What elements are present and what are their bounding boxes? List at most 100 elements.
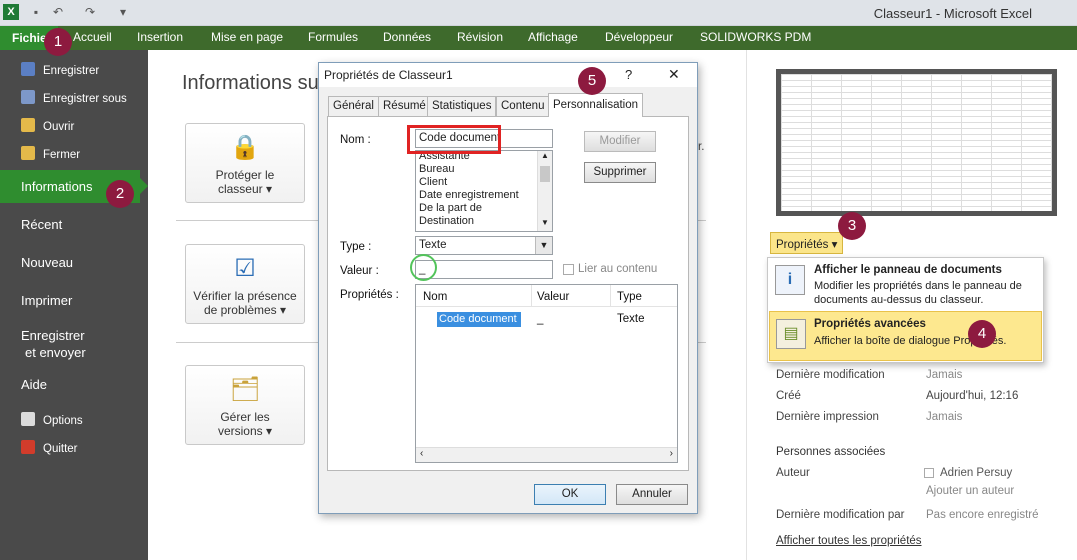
scroll-right-icon[interactable]: › (670, 448, 673, 459)
scroll-thumb[interactable] (540, 166, 550, 182)
link-label: Lier au contenu (578, 263, 658, 275)
nav-enregistrer-et-envoyer[interactable]: Enregistrer et envoyer (21, 327, 86, 361)
scroll-left-icon[interactable]: ‹ (420, 448, 423, 459)
protect-workbook-button[interactable]: 🔒 Protéger le classeur ▾ (185, 123, 305, 203)
dialog-panel: Nom : Code document Assistante Bureau Cl… (327, 116, 689, 471)
undo-icon[interactable]: ↶ (50, 4, 66, 20)
tab-developpeur[interactable]: Développeur (605, 30, 673, 44)
info-label: Créé (776, 390, 801, 402)
tab-general[interactable]: Général (328, 96, 379, 116)
dialog-title: Propriétés de Classeur1 (324, 68, 453, 82)
tab-revision[interactable]: Révision (457, 30, 503, 44)
ribbon-tabs: Accueil Insertion Mise en page Formules … (0, 26, 1077, 50)
tab-mise-en-page[interactable]: Mise en page (211, 30, 283, 44)
advanced-properties-icon: ▤ (776, 319, 806, 349)
menu-item-document-panel[interactable]: i Afficher le panneau de documents Modif… (769, 259, 1042, 309)
list-item[interactable]: Client (419, 176, 447, 188)
list-item[interactable]: Date enregistrement (419, 189, 519, 201)
type-value: Texte (419, 239, 447, 251)
horizontal-scrollbar[interactable]: ‹ › (416, 447, 677, 462)
list-item[interactable]: Bureau (419, 163, 454, 175)
nav-recent[interactable]: Récent (21, 217, 62, 232)
list-item[interactable]: De la part de (419, 202, 482, 214)
workbook-thumbnail (776, 69, 1057, 216)
tab-formules[interactable]: Formules (308, 30, 358, 44)
step-badge-3: 3 (838, 212, 866, 240)
step-badge-2: 2 (106, 180, 134, 208)
dialog-title-bar: Propriétés de Classeur1 ? ✕ (319, 63, 697, 87)
tab-accueil[interactable]: Accueil (73, 30, 112, 44)
author-label: Auteur (776, 467, 810, 479)
column-header-valeur[interactable]: Valeur (537, 291, 569, 303)
nav-quitter[interactable]: Quitter (21, 440, 78, 455)
name-list[interactable]: Assistante Bureau Client Date enregistre… (415, 150, 553, 232)
nav-enregistrer-sous[interactable]: Enregistrer sous (21, 90, 127, 105)
step-badge-5: 5 (578, 67, 606, 95)
customize-quick-access-icon[interactable]: ▾ (115, 4, 131, 20)
nav-label-line1: Enregistrer (21, 328, 85, 343)
folder-open-icon (21, 118, 35, 132)
link-checkbox[interactable] (563, 264, 574, 275)
info-value: Jamais (926, 369, 963, 381)
window-title: Classeur1 - Microsoft Excel (873, 6, 1032, 21)
tab-contenu[interactable]: Contenu (496, 96, 550, 116)
nav-fermer[interactable]: Fermer (21, 146, 80, 161)
nav-label: Fermer (43, 149, 81, 161)
close-icon[interactable]: ✕ (668, 66, 680, 83)
options-icon (21, 412, 35, 426)
button-label-line1: Vérifier la présence (193, 289, 297, 303)
table-row[interactable]: Code document _ Texte (416, 312, 677, 327)
scroll-up-icon[interactable]: ▲ (541, 151, 549, 160)
tab-donnees[interactable]: Données (383, 30, 431, 44)
info-label: Dernière modification (776, 369, 885, 381)
nav-nouveau[interactable]: Nouveau (21, 255, 73, 270)
list-scrollbar[interactable]: ▲ ▼ (537, 151, 552, 231)
tab-statistiques[interactable]: Statistiques (427, 96, 497, 116)
save-icon[interactable]: ▪ (28, 4, 44, 20)
nav-options[interactable]: Options (21, 412, 83, 427)
info-label: Dernière impression (776, 411, 879, 423)
redo-icon[interactable]: ↷ (82, 4, 98, 20)
add-author-link[interactable]: Ajouter un auteur (926, 485, 1014, 497)
modify-button[interactable]: Modifier (584, 131, 656, 152)
column-header-type[interactable]: Type (617, 291, 642, 303)
list-item[interactable]: Destination (419, 215, 474, 227)
show-all-properties-link[interactable]: Afficher toutes les propriétés (776, 535, 922, 547)
help-icon[interactable]: ? (625, 67, 632, 82)
nav-ouvrir[interactable]: Ouvrir (21, 118, 74, 133)
button-label-line2: de problèmes ▾ (203, 303, 287, 317)
nav-aide[interactable]: Aide (21, 377, 47, 392)
tab-insertion[interactable]: Insertion (137, 30, 183, 44)
document-panel-icon: i (775, 265, 805, 295)
nav-label: Enregistrer (43, 65, 100, 77)
column-header-nom[interactable]: Nom (423, 291, 447, 303)
thumbnail-sheet (781, 74, 1052, 211)
scroll-down-icon[interactable]: ▼ (541, 218, 549, 227)
delete-button[interactable]: Supprimer (584, 162, 656, 183)
check-issues-button[interactable]: ☑ Vérifier la présence de problèmes ▾ (185, 244, 305, 324)
nav-enregistrer[interactable]: Enregistrer (21, 62, 99, 77)
properties-dialog: Propriétés de Classeur1 ? ✕ Général Résu… (318, 62, 698, 514)
tab-personnalisation[interactable]: Personnalisation (548, 93, 644, 117)
author-checkbox[interactable] (924, 468, 934, 478)
type-select[interactable]: Texte ▼ (415, 236, 553, 255)
cancel-button[interactable]: Annuler (616, 484, 688, 505)
properties-dropdown-button[interactable]: Propriétés ▾ (770, 232, 843, 254)
nav-label: Enregistrer sous (43, 93, 127, 105)
author-value[interactable]: Adrien Persuy (940, 467, 1012, 479)
name-field-highlight (407, 125, 501, 154)
manage-versions-button[interactable]: 🗂 Gérer les versions ▾ (185, 365, 305, 445)
button-label-line1: Protéger le (215, 168, 275, 182)
button-label-line2: versions ▾ (217, 424, 273, 438)
menu-item-desc: Modifier les propriétés dans le panneau … (814, 280, 1022, 306)
tab-solidworks-pdm[interactable]: SOLIDWORKS PDM (700, 30, 811, 44)
modified-by-value: Pas encore enregistré (926, 509, 1039, 521)
tab-affichage[interactable]: Affichage (528, 30, 578, 44)
save-as-icon (21, 90, 35, 104)
nav-label: Options (43, 415, 83, 427)
nav-imprimer[interactable]: Imprimer (21, 293, 72, 308)
ok-button[interactable]: OK (534, 484, 606, 505)
menu-item-advanced-properties[interactable]: ▤ Propriétés avancées Afficher la boîte … (769, 311, 1042, 361)
tab-resume[interactable]: Résumé (378, 96, 431, 116)
info-value: Aujourd'hui, 12:16 (926, 390, 1019, 402)
